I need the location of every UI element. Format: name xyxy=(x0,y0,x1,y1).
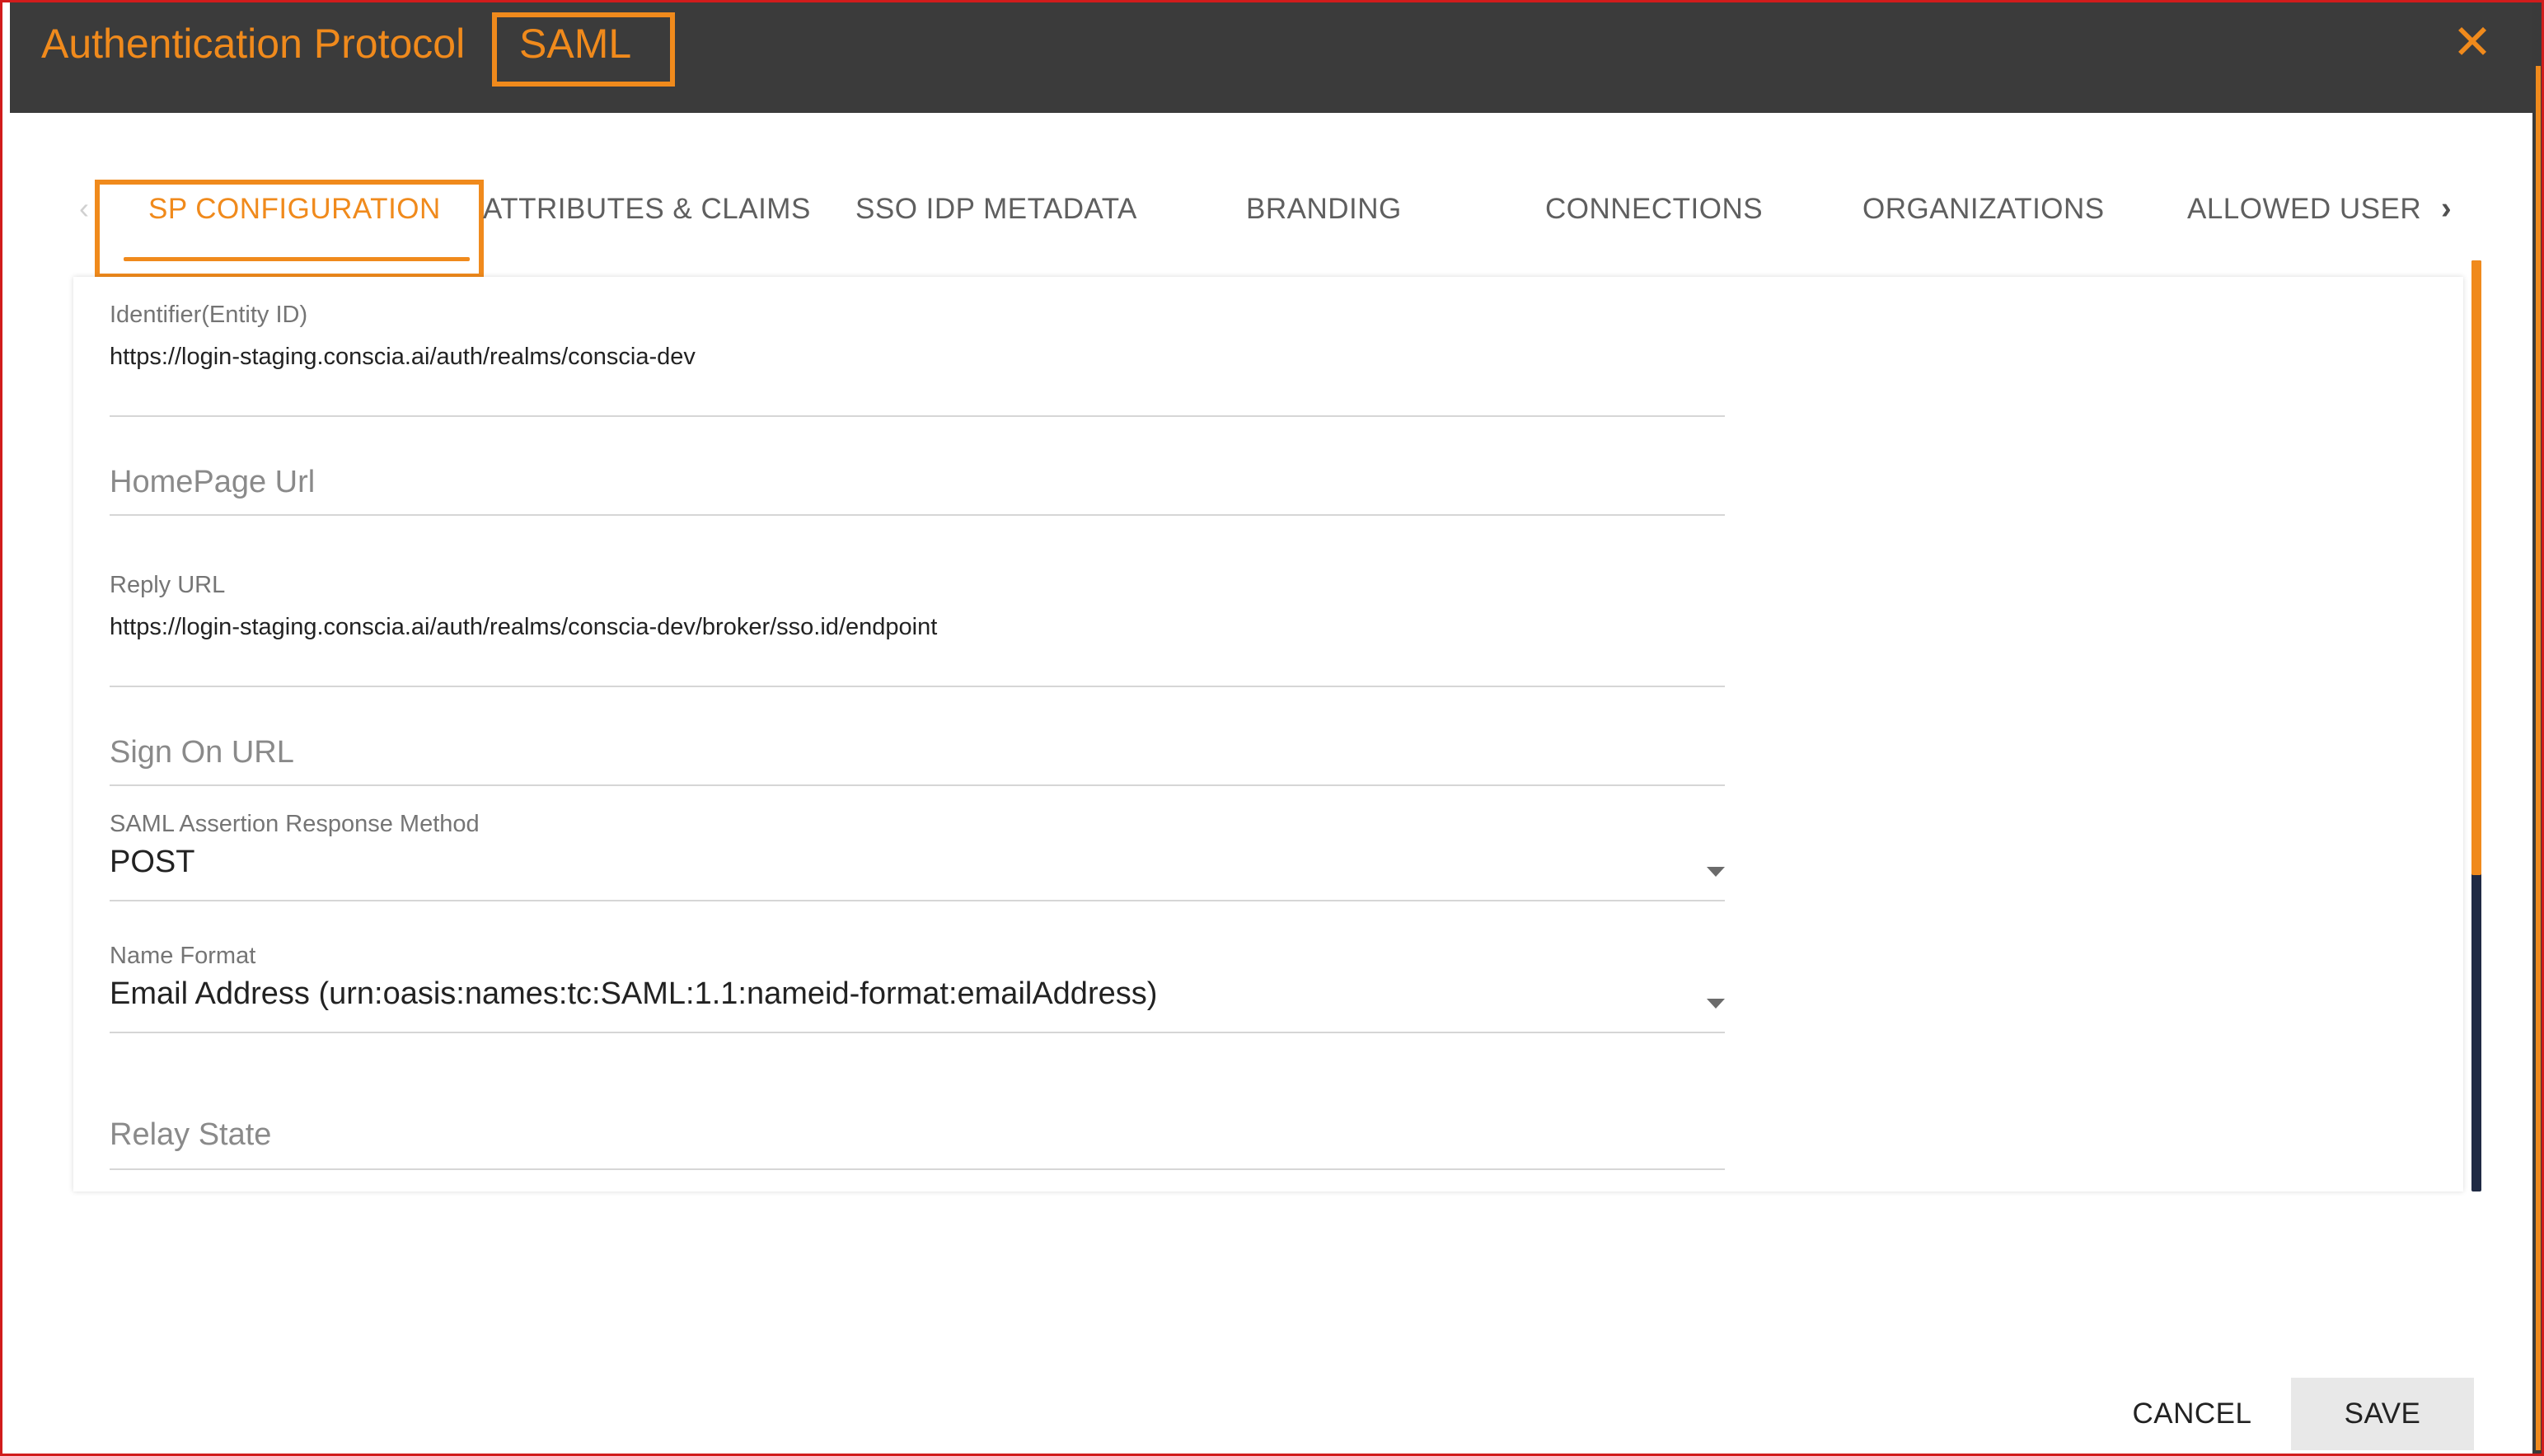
homepage-url-field[interactable]: HomePage Url xyxy=(110,465,1725,516)
name-format-field[interactable]: Name Format Email Address (urn:oasis:nam… xyxy=(110,943,1725,1033)
tab-sso-idp-metadata[interactable]: SSO IDP METADATA xyxy=(855,193,1137,226)
homepage-url-input[interactable]: HomePage Url xyxy=(110,465,1725,500)
sp-configuration-panel: Identifier(Entity ID) https://login-stag… xyxy=(73,277,2463,1191)
reply-url-field[interactable]: Reply URL https://login-staging.conscia.… xyxy=(110,572,1725,687)
tab-branding[interactable]: BRANDING xyxy=(1246,193,1402,226)
sign-on-url-field[interactable]: Sign On URL xyxy=(110,735,1725,786)
relay-state-input[interactable]: Relay State xyxy=(110,1117,1725,1153)
reply-url-underline xyxy=(110,686,1725,687)
active-tab-indicator xyxy=(124,257,470,261)
chevron-right-icon[interactable]: › xyxy=(2441,191,2452,227)
name-format-select[interactable]: Email Address (urn:oasis:names:tc:SAML:1… xyxy=(110,976,1725,1012)
saml-dialog: Authentication Protocol SAML ✕ ‹ SP CONF… xyxy=(10,0,2532,1456)
chevron-left-icon: ‹ xyxy=(79,191,89,225)
sign-on-url-input[interactable]: Sign On URL xyxy=(110,735,1725,770)
dialog-title: Authentication Protocol xyxy=(41,21,466,67)
close-icon[interactable]: ✕ xyxy=(2448,18,2497,68)
protocol-name: SAML xyxy=(519,21,632,67)
save-button[interactable]: SAVE xyxy=(2291,1378,2474,1450)
name-format-label: Name Format xyxy=(110,943,256,969)
chevron-down-icon[interactable] xyxy=(1707,999,1725,1009)
sign-on-url-underline xyxy=(110,784,1725,786)
relay-state-field[interactable]: Relay State xyxy=(110,1117,1725,1170)
tab-connections[interactable]: CONNECTIONS xyxy=(1545,193,1763,226)
tab-allowed-user[interactable]: ALLOWED USER xyxy=(2187,193,2421,226)
dialog-header: Authentication Protocol SAML ✕ xyxy=(10,0,2532,113)
background-accent-bar xyxy=(2536,66,2541,1450)
background-window-edge-right xyxy=(2532,0,2544,1456)
response-method-underline xyxy=(110,900,1725,901)
identifier-underline xyxy=(110,415,1725,417)
response-method-label: SAML Assertion Response Method xyxy=(110,811,480,837)
tab-bar: ‹ SP CONFIGURATION ATTRIBUTES & CLAIMS S… xyxy=(10,165,2532,279)
relay-state-underline xyxy=(110,1168,1725,1170)
scrollbar-thumb[interactable] xyxy=(2471,260,2481,875)
tab-organizations[interactable]: ORGANIZATIONS xyxy=(1862,193,2105,226)
response-method-field[interactable]: SAML Assertion Response Method POST xyxy=(110,811,1725,901)
cancel-button[interactable]: CANCEL xyxy=(2103,1378,2281,1450)
reply-url-label: Reply URL xyxy=(110,572,226,598)
tab-attributes-claims[interactable]: ATTRIBUTES & CLAIMS xyxy=(483,193,811,226)
chevron-down-icon[interactable] xyxy=(1707,867,1725,877)
identifier-field[interactable]: Identifier(Entity ID) https://login-stag… xyxy=(110,302,1725,417)
response-method-select[interactable]: POST xyxy=(110,845,1725,880)
tab-sp-configuration[interactable]: SP CONFIGURATION xyxy=(148,193,441,226)
homepage-url-underline xyxy=(110,514,1725,516)
name-format-underline xyxy=(110,1032,1725,1033)
identifier-label: Identifier(Entity ID) xyxy=(110,302,308,328)
reply-url-input[interactable]: https://login-staging.conscia.ai/auth/re… xyxy=(110,614,1725,641)
identifier-input[interactable]: https://login-staging.conscia.ai/auth/re… xyxy=(110,344,1725,371)
